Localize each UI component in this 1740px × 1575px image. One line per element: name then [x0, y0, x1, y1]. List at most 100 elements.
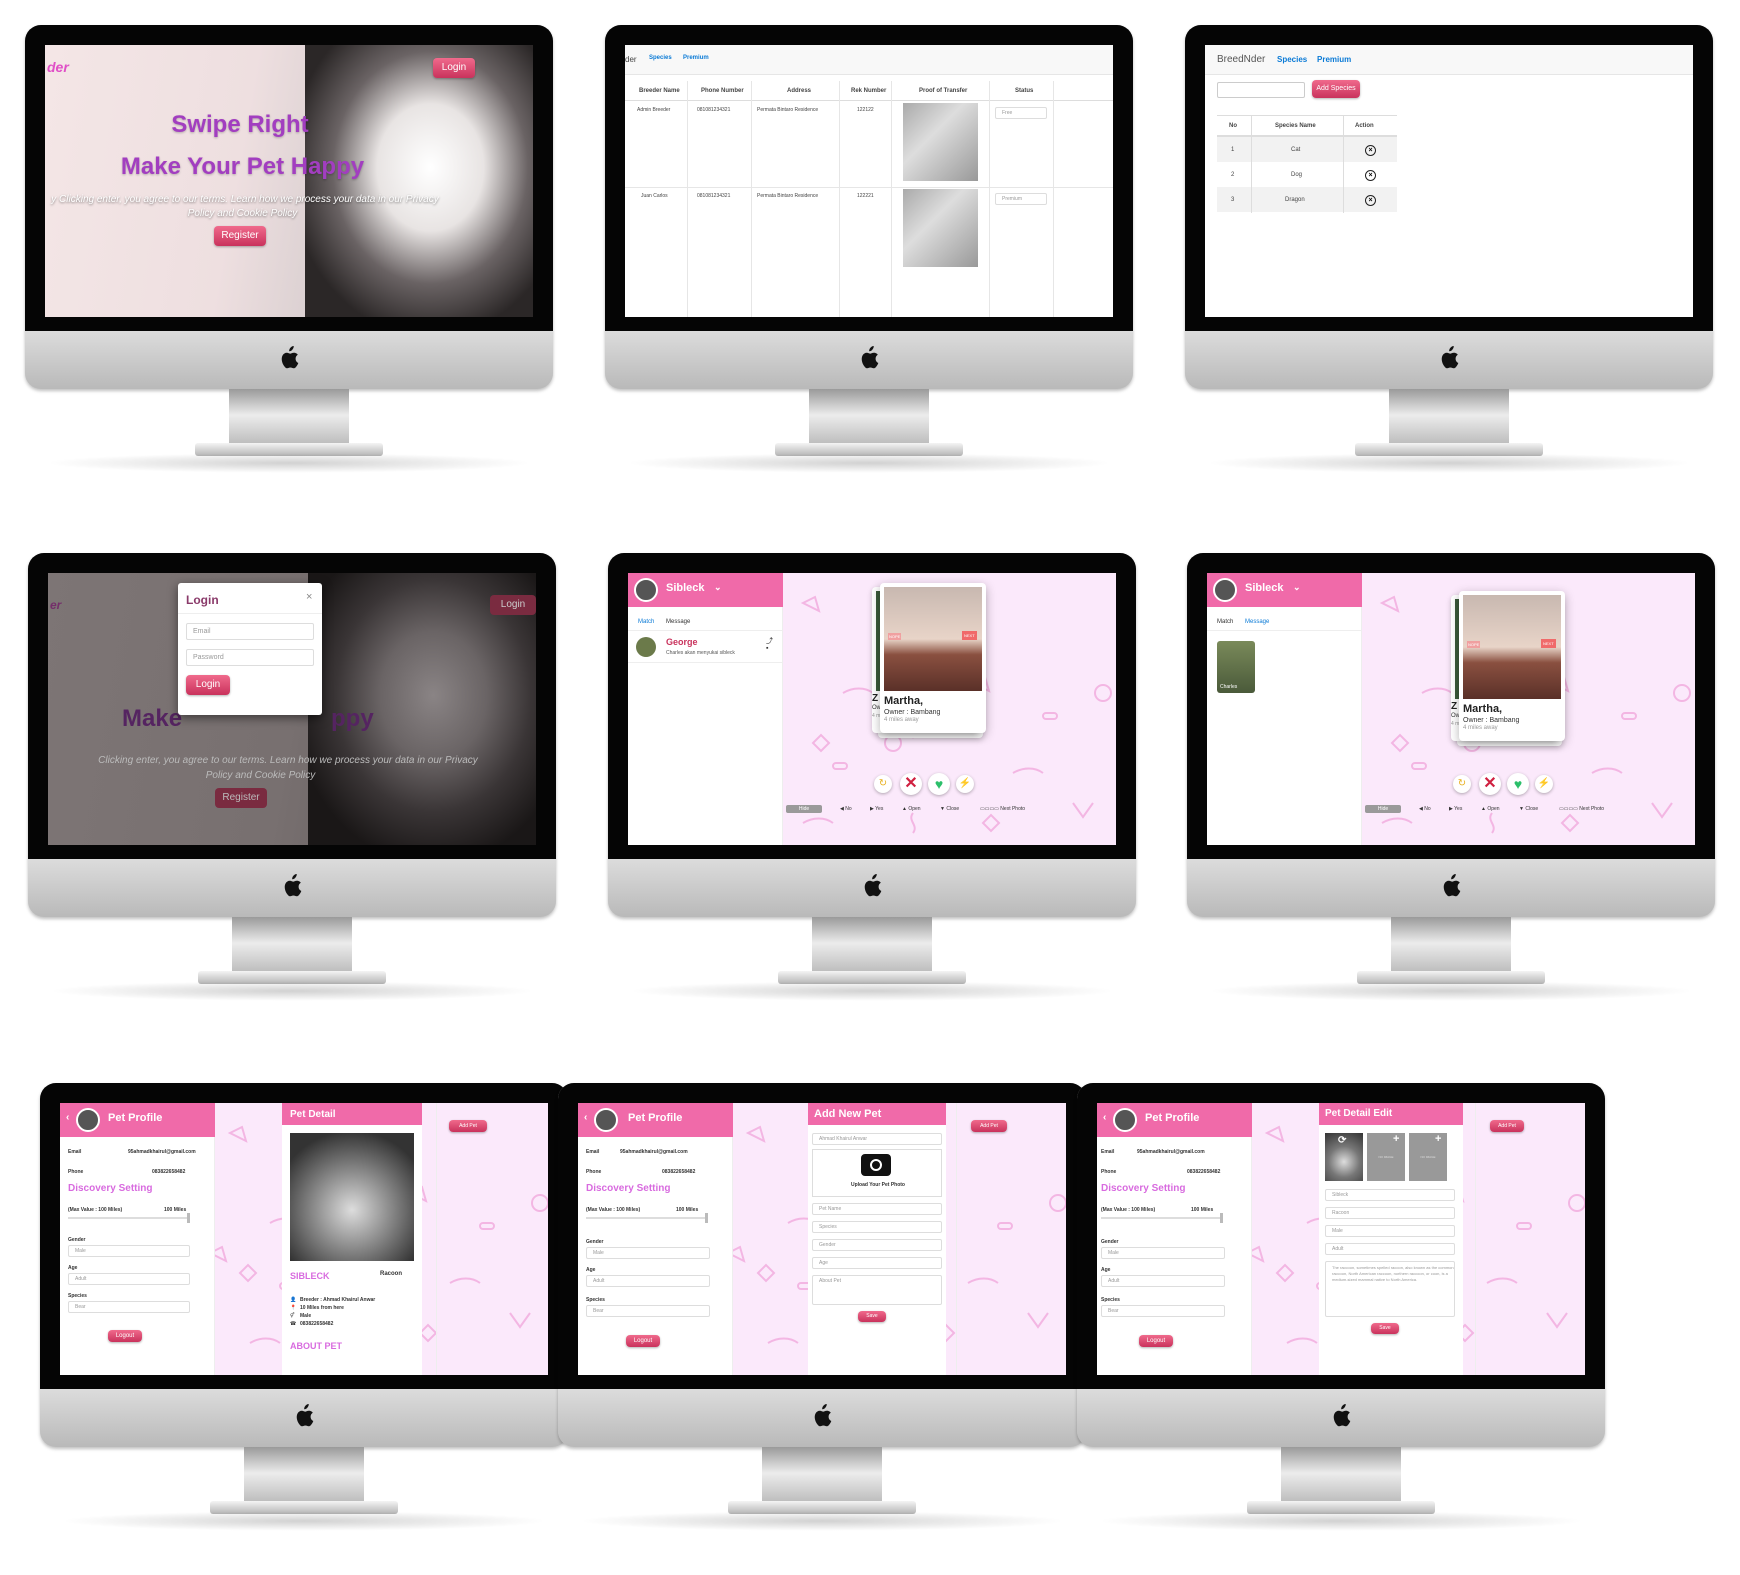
- plus-icon[interactable]: +: [1393, 1133, 1399, 1145]
- empty-photo-slot[interactable]: + NO IMAGE: [1409, 1133, 1447, 1181]
- chevron-down-icon[interactable]: ⌄: [1293, 582, 1301, 593]
- message-item[interactable]: George Charles akan menyukai sibleck ⤴ ▪: [628, 633, 783, 663]
- avatar[interactable]: [634, 578, 658, 602]
- match-thumbnail[interactable]: Charles: [1217, 641, 1255, 693]
- terms-link[interactable]: Policy and Cookie Policy: [45, 208, 440, 219]
- close-icon[interactable]: ×: [306, 591, 312, 603]
- nope-button[interactable]: ✕: [1479, 773, 1501, 795]
- logout-button[interactable]: Logout: [1139, 1335, 1173, 1347]
- avatar[interactable]: [1213, 578, 1237, 602]
- pet-photo-slot[interactable]: ⟳: [1325, 1133, 1363, 1181]
- apple-logo-icon: [294, 1404, 314, 1428]
- logout-button[interactable]: Logout: [626, 1335, 660, 1347]
- tab-match[interactable]: Match: [1217, 619, 1233, 625]
- pet-card[interactable]: NOPE NEXT Martha, Owner : Bambang 4 mile…: [1459, 591, 1565, 741]
- proof-image[interactable]: [903, 189, 978, 267]
- col-no: No: [1229, 123, 1237, 129]
- age-select[interactable]: Adult: [586, 1275, 710, 1287]
- save-button[interactable]: Save: [858, 1311, 886, 1322]
- species-select[interactable]: Bear: [1101, 1305, 1225, 1317]
- cell-address: Permata Bintaro Residence: [757, 107, 819, 113]
- user-name[interactable]: Sibleck: [666, 582, 705, 594]
- gender-select[interactable]: Male: [586, 1247, 710, 1259]
- status-select[interactable]: Premium: [995, 193, 1047, 205]
- species-select[interactable]: Racoon: [1325, 1207, 1455, 1219]
- distance-info: 10 Miles from here: [300, 1305, 344, 1311]
- tab-message[interactable]: Message: [1245, 619, 1269, 625]
- refresh-icon[interactable]: ⟳: [1338, 1135, 1346, 1146]
- save-button[interactable]: Save: [1371, 1323, 1399, 1334]
- distance-slider[interactable]: [1101, 1213, 1223, 1223]
- email-field[interactable]: Email: [186, 623, 314, 640]
- logout-button[interactable]: Logout: [108, 1330, 142, 1342]
- tab-message[interactable]: Message: [666, 619, 690, 625]
- pet-name-field[interactable]: Pet Name: [812, 1203, 942, 1215]
- species-select[interactable]: Bear: [586, 1305, 710, 1317]
- login-button[interactable]: Login: [433, 58, 475, 78]
- chevron-down-icon[interactable]: ⌄: [714, 582, 722, 593]
- undo-button[interactable]: ↻: [874, 775, 892, 793]
- gender-select[interactable]: Male: [1325, 1225, 1455, 1237]
- cell-phone: 081081234321: [697, 193, 731, 199]
- undo-button[interactable]: ↻: [1453, 775, 1471, 793]
- brand-logo[interactable]: der: [625, 55, 637, 64]
- like-button[interactable]: ♥: [1507, 773, 1529, 795]
- age-select[interactable]: Adult: [68, 1273, 190, 1285]
- age-select[interactable]: Adult: [1325, 1243, 1455, 1255]
- col-action: Action: [1355, 123, 1374, 129]
- nav-species[interactable]: Species: [1277, 55, 1307, 64]
- cell-address: Permata Bintaro Residence: [757, 193, 819, 199]
- distance-slider[interactable]: [68, 1213, 190, 1223]
- status-select[interactable]: Free: [995, 107, 1047, 119]
- species-select[interactable]: Species: [812, 1221, 942, 1233]
- trash-icon[interactable]: ▪: [766, 645, 768, 652]
- avatar[interactable]: [76, 1108, 100, 1132]
- nav-species[interactable]: Species: [649, 55, 672, 61]
- back-icon[interactable]: ‹: [66, 1112, 69, 1123]
- nope-button[interactable]: ✕: [900, 773, 922, 795]
- delete-icon[interactable]: ×: [1365, 145, 1376, 156]
- nav-premium[interactable]: Premium: [1317, 55, 1351, 64]
- species-select[interactable]: Bear: [68, 1301, 190, 1313]
- proof-image[interactable]: [903, 103, 978, 181]
- tab-match[interactable]: Match: [638, 619, 654, 625]
- distance-slider[interactable]: [586, 1213, 708, 1223]
- nav-premium[interactable]: Premium: [683, 55, 709, 61]
- about-pet-textarea[interactable]: The raccoon, sometimes spelled racoon, a…: [1325, 1261, 1455, 1317]
- empty-photo-slot[interactable]: + NO IMAGE: [1367, 1133, 1405, 1181]
- hide-button[interactable]: Hide: [1365, 805, 1401, 813]
- hide-button[interactable]: Hide: [786, 805, 822, 813]
- add-pet-button[interactable]: Add Pet: [971, 1120, 1007, 1132]
- age-select[interactable]: Adult: [1101, 1275, 1225, 1287]
- like-button[interactable]: ♥: [928, 773, 950, 795]
- age-select[interactable]: Age: [812, 1257, 942, 1269]
- about-pet-textarea[interactable]: About Pet: [812, 1275, 942, 1305]
- avatar[interactable]: [594, 1108, 618, 1132]
- brand-logo[interactable]: BreedNder: [1217, 54, 1265, 65]
- boost-button[interactable]: ⚡: [1535, 775, 1553, 793]
- add-species-button[interactable]: Add Species: [1312, 80, 1360, 98]
- back-icon[interactable]: ‹: [1103, 1112, 1106, 1123]
- login-submit-button[interactable]: Login: [186, 675, 230, 695]
- delete-icon[interactable]: ×: [1365, 195, 1376, 206]
- register-button[interactable]: Register: [214, 226, 266, 246]
- gender-select[interactable]: Male: [68, 1245, 190, 1257]
- pet-card[interactable]: NOPE NEXT Martha, Owner : Bambang 4 mile…: [880, 583, 986, 733]
- user-name[interactable]: Sibleck: [1245, 582, 1284, 594]
- pet-name-field[interactable]: Sibleck: [1325, 1189, 1455, 1201]
- boost-button[interactable]: ⚡: [956, 775, 974, 793]
- key-open: ▲ Open: [902, 806, 921, 812]
- add-pet-button[interactable]: Add Pet: [449, 1120, 487, 1132]
- add-pet-button[interactable]: Add Pet: [1490, 1120, 1524, 1132]
- gender-select[interactable]: Male: [1101, 1247, 1225, 1259]
- gender-select[interactable]: Gender: [812, 1239, 942, 1251]
- pet-photo-carousel[interactable]: [290, 1133, 414, 1261]
- password-field[interactable]: Password: [186, 649, 314, 666]
- delete-icon[interactable]: ×: [1365, 170, 1376, 181]
- upload-photo-box[interactable]: Upload Your Pet Photo: [812, 1149, 942, 1197]
- plus-icon[interactable]: +: [1435, 1133, 1441, 1145]
- back-icon[interactable]: ‹: [584, 1112, 587, 1123]
- avatar[interactable]: [1113, 1108, 1137, 1132]
- brand-logo[interactable]: der: [47, 59, 69, 75]
- species-input[interactable]: [1217, 82, 1305, 98]
